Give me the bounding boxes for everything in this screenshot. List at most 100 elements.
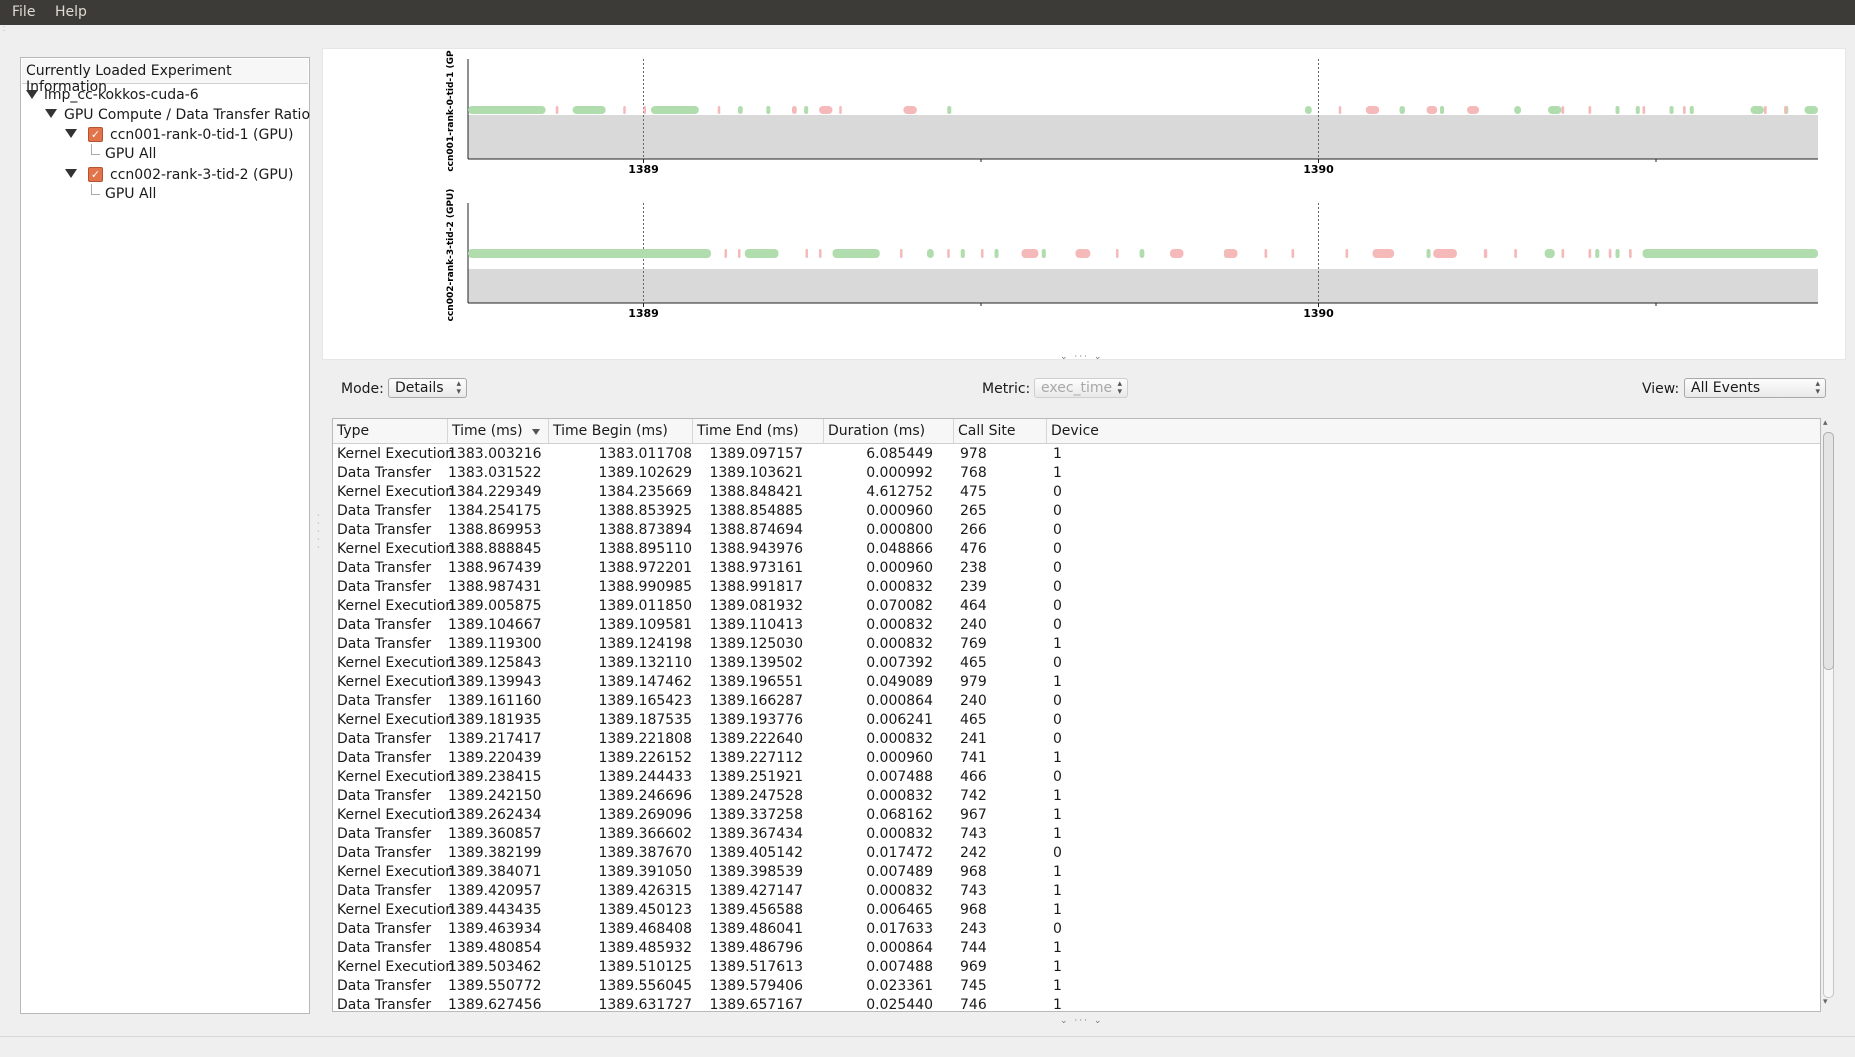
table-row[interactable]: Data Transfer 1389.550772 1389.556045 1389.… <box>333 977 1820 996</box>
kernel-execution-bar <box>1514 106 1521 114</box>
table-row[interactable]: Kernel Execution 1389.181935 1389.187535 13… <box>333 711 1820 730</box>
table-cell: 0.006241 <box>866 712 933 728</box>
table-row[interactable]: Data Transfer 1389.161160 1389.165423 1389.… <box>333 692 1820 711</box>
mode-select[interactable]: Details ▴ ▾ <box>388 378 467 398</box>
column-header-time-begin[interactable]: Time Begin (ms) <box>549 419 693 443</box>
kernel-execution-bar <box>947 106 952 114</box>
table-scrollbar[interactable]: ▴ ▾ <box>1820 418 1836 1010</box>
column-header-type[interactable]: Type <box>333 419 448 443</box>
table-row[interactable]: Kernel Execution 1389.005875 1389.011850 13… <box>333 597 1820 616</box>
menu-help[interactable]: Help <box>55 4 87 20</box>
expand-arrow-icon[interactable] <box>65 169 77 178</box>
kernel-execution-bar <box>468 249 711 258</box>
tree-item-experiment[interactable]: lmp_cc-kokkos-cuda-6 <box>44 85 199 105</box>
table-cell: 0 <box>1053 522 1062 538</box>
table-cell: 1 <box>1053 674 1062 690</box>
table-cell: 0 <box>1053 503 1062 519</box>
tree-item-view[interactable]: GPU Compute / Data Transfer Ratio <box>64 105 310 125</box>
scroll-up-arrow-icon[interactable]: ▴ <box>1823 418 1828 428</box>
expand-arrow-icon[interactable] <box>45 109 57 118</box>
table-cell: 1389.420957 <box>448 883 542 899</box>
table-row[interactable]: Data Transfer 1384.254175 1388.853925 1388.… <box>333 502 1820 521</box>
table-row[interactable]: Kernel Execution 1389.384071 1389.391050 13… <box>333 863 1820 882</box>
data-transfer-bar <box>1224 249 1238 258</box>
table-cell: 4.612752 <box>866 484 933 500</box>
table-row[interactable]: Kernel Execution 1389.238415 1389.244433 13… <box>333 768 1820 787</box>
metric-select[interactable]: exec_time ▴ ▾ <box>1034 378 1128 398</box>
thread-checkbox-icon[interactable]: ✓ <box>88 167 103 182</box>
table-cell: 1389.124198 <box>598 636 692 652</box>
scroll-down-arrow-icon[interactable]: ▾ <box>1823 997 1828 1007</box>
table-cell: 978 <box>960 446 987 462</box>
table-cell: 1388.853925 <box>598 503 692 519</box>
tree-item-thread-1[interactable]: ccn001-rank-0-tid-1 (GPU) <box>110 125 294 145</box>
table-row[interactable]: Kernel Execution 1389.262434 1389.269096 13… <box>333 806 1820 825</box>
table-row[interactable]: Kernel Execution 1384.229349 1384.235669 13… <box>333 483 1820 502</box>
table-cell: Data Transfer <box>337 560 432 576</box>
tick-label: 1389 <box>628 163 659 176</box>
column-header-call-site[interactable]: Call Site <box>954 419 1047 443</box>
table-row[interactable]: Kernel Execution 1389.125843 1389.132110 13… <box>333 654 1820 673</box>
table-cell: 1 <box>1053 788 1062 804</box>
kernel-execution-bar <box>1804 106 1818 114</box>
table-row[interactable]: Kernel Execution 1389.139943 1389.147462 13… <box>333 673 1820 692</box>
table-cell: 1 <box>1053 465 1062 481</box>
track-label: ccn002-rank-3-tid-2 (GPU) <box>446 189 456 322</box>
column-header-time-end[interactable]: Time End (ms) <box>693 419 824 443</box>
data-transfer-bar <box>839 106 842 114</box>
table-cell: 0.000864 <box>866 693 933 709</box>
thread-checkbox-icon[interactable]: ✓ <box>88 127 103 142</box>
data-transfer-bar <box>1338 106 1342 114</box>
table-cell: 465 <box>960 712 987 728</box>
table-row[interactable]: Data Transfer 1388.967439 1388.972201 1388.… <box>333 559 1820 578</box>
tree-item-gpu-all-1[interactable]: GPU All <box>105 144 156 164</box>
table-row[interactable]: Kernel Execution 1389.503462 1389.510125 13… <box>333 958 1820 977</box>
column-header-time[interactable]: Time (ms) <box>448 419 549 443</box>
table-cell: 0.007488 <box>866 959 933 975</box>
table-row[interactable]: Data Transfer 1388.869953 1388.873894 1388.… <box>333 521 1820 540</box>
menu-file[interactable]: File <box>12 4 35 20</box>
data-transfer-bar <box>717 106 721 114</box>
table-row[interactable]: Data Transfer 1389.382199 1389.387670 1389.… <box>333 844 1820 863</box>
table-row[interactable]: Data Transfer 1389.217417 1389.221808 1389.… <box>333 730 1820 749</box>
column-header-duration[interactable]: Duration (ms) <box>824 419 954 443</box>
table-cell: 242 <box>960 845 987 861</box>
kernel-execution-bar <box>1615 249 1620 258</box>
table-row[interactable]: Kernel Execution 1388.888845 1388.895110 13… <box>333 540 1820 559</box>
vertical-splitter-handle[interactable]: · · · · · <box>317 512 321 557</box>
table-cell: 0.000832 <box>866 579 933 595</box>
tree-item-thread-2[interactable]: ccn002-rank-3-tid-2 (GPU) <box>110 165 294 185</box>
table-cell: 0 <box>1053 712 1062 728</box>
table-body: Kernel Execution 1383.003216 1383.011708 13… <box>333 443 1820 1011</box>
table-row[interactable]: Data Transfer 1389.420957 1389.426315 1389.… <box>333 882 1820 901</box>
table-row[interactable]: Data Transfer 1389.480854 1389.485932 1389.… <box>333 939 1820 958</box>
table-cell: 1389.119300 <box>448 636 542 652</box>
table-row[interactable]: Kernel Execution 1389.443435 1389.450123 13… <box>333 901 1820 920</box>
data-transfer-bar <box>1483 249 1488 258</box>
table-row[interactable]: Data Transfer 1389.242150 1389.246696 1389.… <box>333 787 1820 806</box>
table-row[interactable]: Data Transfer 1389.104667 1389.109581 1389.… <box>333 616 1820 635</box>
table-row[interactable]: Data Transfer 1389.360857 1389.366602 1389.… <box>333 825 1820 844</box>
view-select[interactable]: All Events ▴ ▾ <box>1684 378 1826 398</box>
table-cell: 1389.125030 <box>709 636 803 652</box>
expand-arrow-icon[interactable] <box>65 129 77 138</box>
column-header-device[interactable]: Device <box>1047 419 1820 443</box>
table-row[interactable]: Data Transfer 1389.627456 1389.631727 1389.… <box>333 996 1820 1011</box>
table-cell: 1389.247528 <box>709 788 803 804</box>
table-row[interactable]: Data Transfer 1389.220439 1389.226152 1389.… <box>333 749 1820 768</box>
table-row[interactable]: Data Transfer 1389.463934 1389.468408 1389.… <box>333 920 1820 939</box>
table-row[interactable]: Data Transfer 1388.987431 1388.990985 1388.… <box>333 578 1820 597</box>
table-cell: 1389.510125 <box>598 959 692 975</box>
table-cell: 1389.550772 <box>448 978 542 994</box>
data-transfer-bar <box>1075 249 1091 258</box>
bottom-splitter-handle[interactable]: ⌄ ··· ⌄ <box>1060 1016 1103 1026</box>
scroll-thumb[interactable] <box>1823 432 1834 670</box>
horizontal-splitter-handle[interactable]: ⌄ ··· ⌄ <box>1060 352 1103 362</box>
table-cell: 0.000992 <box>866 465 933 481</box>
tree-item-gpu-all-2[interactable]: GPU All <box>105 184 156 204</box>
expand-arrow-icon[interactable] <box>26 90 38 99</box>
table-row[interactable]: Kernel Execution 1383.003216 1383.011708 13… <box>333 445 1820 464</box>
table-row[interactable]: Data Transfer 1383.031522 1389.102629 1389.… <box>333 464 1820 483</box>
data-transfer-bar <box>1170 249 1184 258</box>
table-row[interactable]: Data Transfer 1389.119300 1389.124198 1389.… <box>333 635 1820 654</box>
